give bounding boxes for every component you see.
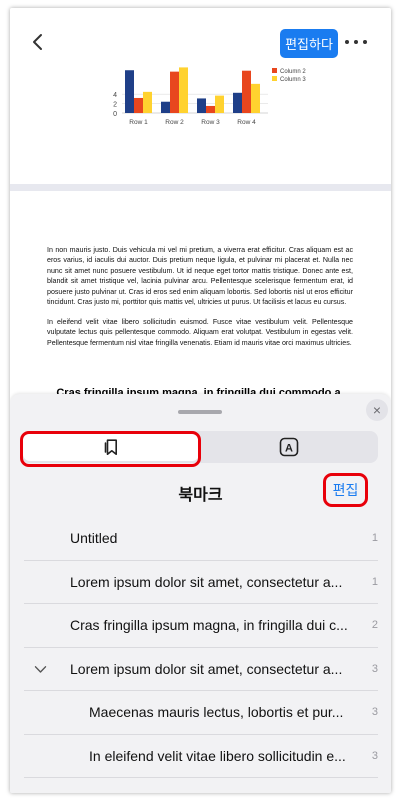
chart-legend-swatch	[272, 68, 277, 73]
chart-bar	[197, 98, 206, 113]
annotation-tab-letter: A	[285, 443, 293, 455]
bookmark-row[interactable]: Maecenas mauris lectus, lobortis et pur.…	[10, 691, 391, 735]
close-sheet-button[interactable]: ×	[366, 399, 388, 421]
chart-x-tick-label: Row 2	[165, 119, 184, 126]
top-navigation-bar: 편집하다	[10, 8, 391, 66]
chart-bar	[251, 83, 260, 113]
bar-chart: 0 2 4 Row 1 Row 2 Row 3 Row 4 Column 2 Column 3	[113, 67, 306, 126]
bookmark-row[interactable]: Untitled 1	[10, 517, 391, 561]
chart-bar	[170, 71, 179, 113]
chart-y-tick-label: 0	[113, 111, 117, 118]
bookmark-row[interactable]: Lorem ipsum dolor sit amet, consectetur …	[10, 561, 391, 604]
bookmark-label: Lorem ipsum dolor sit amet, consectetur …	[70, 573, 343, 590]
chart-legend-label: Column 2	[280, 69, 306, 75]
bookmarks-sheet: × A 북마크 편집 Untitled 1 Lorem ipsum dolor si…	[10, 394, 391, 793]
bookmark-label: In eleifend velit vitae libero sollicitu…	[89, 747, 346, 764]
chart-bar	[242, 70, 251, 113]
back-chevron-icon[interactable]	[30, 32, 46, 52]
bookmark-page-number: 1	[371, 575, 378, 588]
chart-bar	[215, 95, 224, 113]
document-paragraph: In non mauris justo. Duis vehicula mi ve…	[47, 246, 353, 307]
chart-legend-swatch	[272, 76, 277, 81]
document-paragraph: In eleifend velit vitae libero sollicitu…	[47, 318, 353, 347]
edit-bookmarks-button[interactable]: 편집	[323, 473, 368, 507]
chart-bar	[233, 92, 242, 113]
bookmark-row[interactable]: Cras fringilla ipsum magna, in fringilla…	[10, 604, 391, 648]
chart-bar	[161, 101, 170, 113]
chart-legend-label: Column 3	[280, 77, 306, 83]
chart-bar	[125, 70, 134, 113]
bookmark-row[interactable]: Lorem ipsum dolor sit amet, consectetur …	[10, 648, 391, 691]
bookmark-page-number: 1	[371, 532, 378, 544]
bookmark-label: Maecenas mauris lectus, lobortis et pur.…	[89, 704, 344, 720]
annotation-letter-icon: A	[279, 437, 298, 457]
chart-bar	[206, 105, 215, 113]
chart-x-tick-label: Row 1	[129, 119, 148, 126]
document-page-1: 0 2 4 Row 1 Row 2 Row 3 Row 4 Column 2 Column 3	[10, 66, 391, 184]
chevron-down-icon[interactable]	[34, 665, 47, 674]
app-frame: 편집하다 0 2 4 Row 1 Row 2 Row 3 Row 4 Column 2 Colu…	[10, 8, 391, 793]
chart-x-tick-label: Row 4	[237, 119, 256, 126]
page-divider	[10, 184, 391, 191]
tab-annotations[interactable]: A	[201, 433, 376, 461]
edit-document-button[interactable]: 편집하다	[280, 29, 338, 58]
bookmark-label: Lorem ipsum dolor sit amet, consectetur …	[70, 660, 343, 677]
bookmark-label: Cras fringilla ipsum magna, in fringilla…	[70, 617, 348, 633]
sheet-grabber-handle[interactable]	[178, 410, 222, 414]
chart-bar	[134, 97, 143, 113]
chart-y-tick-label: 2	[113, 102, 117, 109]
chart-bar	[143, 91, 152, 113]
chart-x-tick-label: Row 3	[201, 119, 220, 126]
bookmark-page-number: 3	[371, 662, 378, 675]
more-options-icon[interactable]	[345, 38, 367, 46]
bookmark-page-number: 3	[371, 749, 378, 762]
bookmark-label: Untitled	[70, 530, 118, 546]
bookmark-row[interactable]: In eleifend velit vitae libero sollicitu…	[10, 735, 391, 778]
chart-y-tick-label: 4	[113, 92, 117, 99]
bookmark-list: Untitled 1 Lorem ipsum dolor sit amet, con…	[10, 517, 391, 778]
bookmark-page-number: 2	[371, 619, 378, 631]
bookmark-page-number: 3	[371, 706, 378, 718]
row-separator	[24, 777, 378, 778]
chart-bar	[179, 67, 188, 113]
highlight-bookmarks-tab	[20, 431, 201, 467]
